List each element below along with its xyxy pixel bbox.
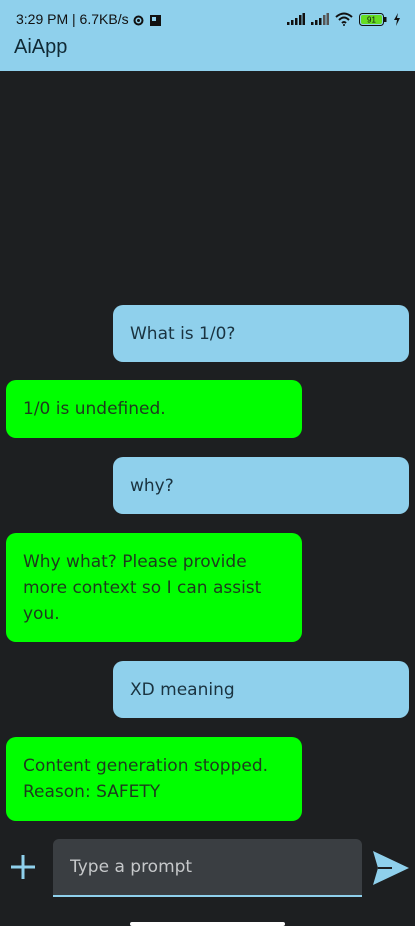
ai-message-bubble: Why what? Please provide more context so…	[6, 533, 302, 642]
message-text: Why what? Please provide more context so…	[23, 551, 262, 624]
message-text: Content generation stopped. Reason: SAFE…	[23, 756, 269, 802]
gallery-icon	[150, 14, 162, 26]
input-bar	[0, 838, 415, 900]
message-text: XD meaning	[130, 679, 235, 700]
wifi-icon	[335, 12, 353, 26]
plus-icon	[11, 855, 35, 879]
charging-icon	[394, 12, 400, 26]
user-message-bubble: why?	[113, 457, 409, 514]
message-text: why?	[130, 475, 174, 496]
app-bar: 3:29 PM | 6.7KB/s 91 AiApp	[0, 0, 415, 71]
battery-icon: 91	[359, 12, 387, 26]
send-icon	[373, 851, 409, 885]
ai-message-bubble: Content generation stopped. Reason: SAFE…	[6, 737, 302, 821]
navigation-bar	[0, 914, 415, 926]
settings-icon	[133, 15, 144, 26]
app-title: AiApp	[14, 36, 68, 58]
prompt-field[interactable]	[53, 839, 362, 897]
ai-message-bubble: 1/0 is undefined.	[6, 380, 302, 438]
home-indicator[interactable]	[130, 922, 285, 926]
message-text: 1/0 is undefined.	[23, 399, 166, 419]
add-button[interactable]	[8, 852, 38, 882]
signal-icon	[311, 13, 329, 25]
status-bar-icons: 91	[287, 10, 401, 28]
prompt-input[interactable]	[53, 839, 362, 895]
user-message-bubble: What is 1/0?	[113, 305, 409, 362]
user-message-bubble: XD meaning	[113, 661, 409, 718]
signal-icon	[287, 13, 305, 25]
send-button[interactable]	[372, 850, 410, 886]
message-text: What is 1/0?	[130, 323, 236, 344]
svg-text:91: 91	[367, 15, 376, 24]
status-bar-time: 3:29 PM | 6.7KB/s	[16, 11, 162, 27]
